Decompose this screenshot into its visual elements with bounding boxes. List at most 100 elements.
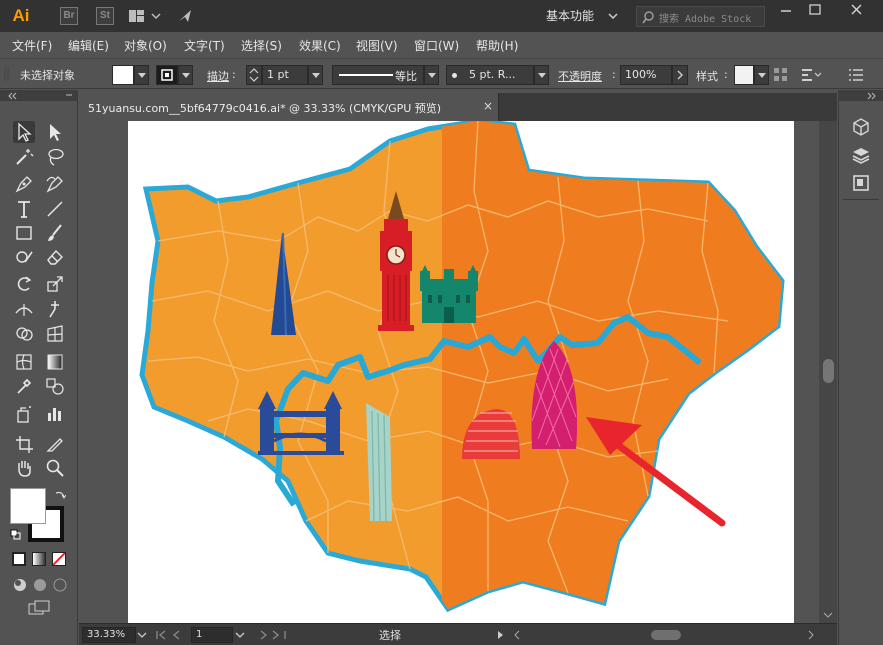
zoom-level-input[interactable]: 33.33%: [82, 627, 136, 643]
perspective-grid-tool-icon[interactable]: [44, 323, 66, 345]
arrange-documents-button[interactable]: [128, 8, 164, 24]
column-graph-tool-icon[interactable]: [44, 403, 66, 425]
opacity-input[interactable]: 100%: [620, 65, 672, 85]
right-panel-collapse-bar[interactable]: [838, 90, 883, 101]
layers-icon[interactable]: [851, 145, 871, 165]
swap-fill-stroke-icon[interactable]: [54, 489, 67, 504]
blend-tool-icon[interactable]: [44, 375, 66, 397]
first-prev-artboard-icon[interactable]: [153, 627, 193, 643]
paintbrush-tool-icon[interactable]: [44, 222, 66, 244]
vertical-scroll-thumb[interactable]: [823, 359, 834, 383]
line-segment-tool-icon[interactable]: [44, 198, 66, 220]
zoom-tool-icon[interactable]: [44, 457, 66, 479]
selection-tool-icon[interactable]: [13, 121, 35, 143]
menu-object[interactable]: 对象(O): [124, 37, 167, 54]
variable-width-profile[interactable]: 等比: [332, 65, 424, 85]
stroke-color-swatch[interactable]: [156, 65, 178, 85]
selection-status: 未选择对象: [20, 69, 75, 82]
menu-file[interactable]: 文件(F): [12, 37, 52, 54]
lasso-tool-icon[interactable]: [44, 146, 66, 168]
gpu-performance-icon[interactable]: [176, 7, 196, 25]
none-mode-button[interactable]: [52, 552, 66, 566]
eyedropper-tool-icon[interactable]: [13, 375, 35, 397]
artboard-dropdown[interactable]: [233, 627, 247, 643]
align-options-icon[interactable]: [800, 67, 824, 86]
stock-app-button[interactable]: St: [96, 7, 114, 25]
align-grid-icon[interactable]: [773, 67, 789, 86]
brush-definition[interactable]: 5 pt. R...: [446, 65, 534, 85]
menu-help[interactable]: 帮助(H): [476, 37, 518, 54]
scroll-down-arrow-icon[interactable]: [819, 609, 837, 621]
stroke-weight-input[interactable]: 1 pt: [262, 65, 308, 85]
close-tab-button[interactable]: ×: [483, 99, 493, 113]
draw-inside-icon[interactable]: [52, 577, 68, 596]
puppet-warp-tool-icon[interactable]: [44, 298, 66, 320]
stock-search-input[interactable]: 搜索 Adobe Stock: [636, 6, 765, 27]
pen-tool-icon[interactable]: [13, 173, 35, 195]
minimize-button[interactable]: [772, 0, 800, 20]
fill-color-swatch[interactable]: [112, 65, 134, 85]
menu-window[interactable]: 窗口(W): [414, 37, 459, 54]
horizontal-scroll-thumb[interactable]: [651, 630, 681, 640]
slice-tool-icon[interactable]: [44, 433, 66, 455]
draw-normal-icon[interactable]: [12, 577, 28, 596]
default-fill-stroke-icon[interactable]: [10, 529, 22, 544]
libraries-icon[interactable]: [851, 117, 871, 137]
artboards-icon[interactable]: [851, 173, 871, 193]
screen-mode-icon[interactable]: [28, 600, 52, 619]
gradient-mode-button[interactable]: [32, 552, 46, 566]
rectangle-tool-icon[interactable]: [13, 222, 35, 244]
rotate-tool-icon[interactable]: [13, 273, 35, 295]
bridge-app-button[interactable]: Br: [60, 7, 78, 25]
menu-edit[interactable]: 编辑(E): [68, 37, 109, 54]
profile-dropdown[interactable]: [424, 65, 439, 85]
fill-dropdown[interactable]: [134, 65, 149, 85]
menu-select[interactable]: 选择(S): [241, 37, 282, 54]
style-dropdown[interactable]: [754, 65, 769, 85]
artboard-tool-icon[interactable]: [13, 433, 35, 455]
workspace-switcher[interactable]: 基本功能: [539, 5, 627, 27]
scale-tool-icon[interactable]: [44, 273, 66, 295]
mesh-tool-icon[interactable]: [13, 351, 35, 373]
curvature-tool-icon[interactable]: [44, 173, 66, 195]
menu-type[interactable]: 文字(T): [184, 37, 225, 54]
next-last-artboard-icon[interactable]: [253, 627, 297, 643]
hand-tool-icon[interactable]: [13, 457, 35, 479]
shape-builder-tool-icon[interactable]: [13, 323, 35, 345]
eraser-tool-icon[interactable]: [44, 246, 66, 268]
fill-color-box[interactable]: [10, 488, 46, 524]
brush-dropdown[interactable]: [534, 65, 549, 85]
style-label: 样式: [696, 70, 718, 83]
scroll-left-arrow-icon[interactable]: [511, 627, 523, 643]
menu-view[interactable]: 视图(V): [356, 37, 398, 54]
artboard[interactable]: [128, 121, 794, 623]
scroll-right-arrow-icon[interactable]: [805, 627, 817, 643]
vertical-scrollbar[interactable]: [819, 121, 837, 623]
direct-selection-tool-icon[interactable]: [44, 121, 66, 143]
stroke-weight-stepper[interactable]: [246, 65, 262, 85]
color-mode-button[interactable]: [12, 552, 26, 566]
width-tool-icon[interactable]: [13, 298, 35, 320]
opacity-label[interactable]: 不透明度: [558, 68, 602, 84]
stroke-label[interactable]: 描边: [207, 68, 229, 84]
panel-menu-icon[interactable]: [848, 67, 864, 86]
maximize-button[interactable]: [801, 0, 829, 20]
artboard-number-input[interactable]: 1: [191, 627, 233, 643]
document-tab[interactable]: 51yuansu.com__5bf64779c0416.ai* @ 33.33%…: [79, 93, 499, 121]
gradient-tool-icon[interactable]: [44, 351, 66, 373]
opacity-arrow-button[interactable]: [672, 65, 688, 85]
close-window-button[interactable]: [838, 0, 876, 20]
stroke-weight-dropdown[interactable]: [308, 65, 323, 85]
stroke-dropdown[interactable]: [178, 65, 193, 85]
status-menu-arrow-icon[interactable]: [495, 627, 507, 643]
type-tool-icon[interactable]: [13, 198, 35, 220]
graphic-style-swatch[interactable]: [734, 65, 754, 85]
draw-behind-icon[interactable]: [32, 577, 48, 596]
magic-wand-tool-icon[interactable]: [13, 146, 35, 168]
menu-effect[interactable]: 效果(C): [299, 37, 341, 54]
toolbar-collapse-bar[interactable]: [0, 90, 78, 101]
zoom-dropdown[interactable]: [136, 627, 148, 643]
symbol-sprayer-tool-icon[interactable]: [13, 403, 35, 425]
shaper-tool-icon[interactable]: [13, 246, 35, 268]
current-tool-status[interactable]: 选择: [379, 627, 401, 643]
